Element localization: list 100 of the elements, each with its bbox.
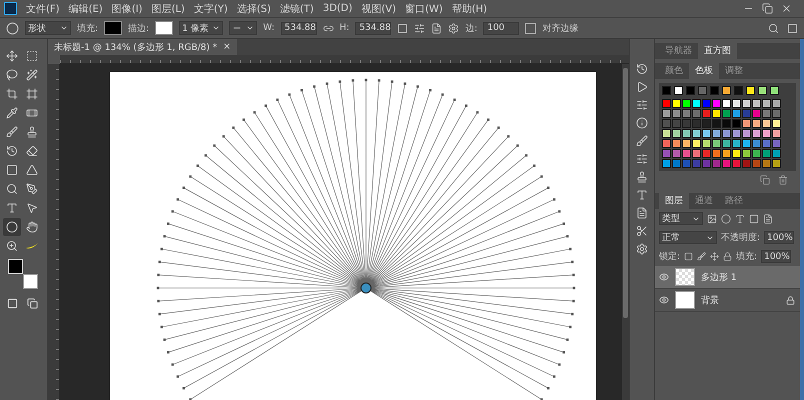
color-swatch[interactable]: [732, 159, 741, 168]
color-swatch[interactable]: [702, 99, 711, 108]
color-swatch[interactable]: [692, 129, 701, 138]
width-field[interactable]: 534.88: [280, 22, 316, 34]
color-swatch[interactable]: [692, 99, 701, 108]
shape-mode-dropdown[interactable]: 形状: [25, 21, 71, 35]
panel-tab[interactable]: 色板: [689, 62, 719, 79]
color-swatch[interactable]: [742, 149, 751, 158]
color-swatch[interactable]: [722, 119, 731, 128]
recent-swatch[interactable]: [758, 86, 767, 95]
color-swatch[interactable]: [712, 139, 721, 148]
color-swatch[interactable]: [772, 119, 781, 128]
properties-icon[interactable]: [636, 99, 648, 111]
color-swatch[interactable]: [762, 109, 771, 118]
layer-row[interactable]: 多边形 1: [655, 266, 800, 289]
search-icon[interactable]: [768, 22, 779, 34]
menu-item[interactable]: 图层(L): [151, 2, 185, 16]
color-swatch[interactable]: [672, 149, 681, 158]
panel-tab[interactable]: 通道: [689, 192, 719, 209]
align-edges-checkbox[interactable]: [525, 22, 536, 34]
color-swatch[interactable]: [752, 119, 761, 128]
color-swatch[interactable]: [672, 109, 681, 118]
color-swatch[interactable]: [722, 149, 731, 158]
menu-item[interactable]: 帮助(H): [452, 2, 488, 16]
recent-swatch[interactable]: [674, 86, 683, 95]
color-swatch[interactable]: [742, 129, 751, 138]
color-swatch[interactable]: [672, 139, 681, 148]
lock-pixels-icon[interactable]: [684, 252, 694, 261]
stroke-width-dropdown[interactable]: 1 像素: [179, 21, 224, 35]
color-swatch[interactable]: [682, 139, 691, 148]
color-swatch[interactable]: [672, 159, 681, 168]
color-swatch[interactable]: [672, 129, 681, 138]
color-swatch[interactable]: [662, 129, 671, 138]
color-swatch[interactable]: [762, 159, 771, 168]
menu-item[interactable]: 滤镜(T): [280, 2, 314, 16]
color-swatch[interactable]: [662, 149, 671, 158]
color-swatch[interactable]: [752, 99, 761, 108]
color-swatch[interactable]: [732, 129, 741, 138]
color-swatch[interactable]: [682, 149, 691, 158]
color-swatch[interactable]: [692, 159, 701, 168]
panel-tab[interactable]: 颜色: [659, 62, 689, 79]
color-swatch[interactable]: [752, 129, 761, 138]
layer-row[interactable]: 背景: [655, 289, 800, 312]
visibility-icon[interactable]: [659, 272, 669, 282]
menu-item[interactable]: 视图(V): [361, 2, 396, 16]
menu-item[interactable]: 3D(D): [322, 3, 352, 14]
fill-swatch[interactable]: [104, 21, 122, 35]
close-icon[interactable]: [781, 3, 792, 14]
color-swatch[interactable]: [772, 159, 781, 168]
close-tab-button[interactable]: ×: [223, 42, 231, 52]
menu-item[interactable]: 文字(Y): [194, 2, 228, 16]
color-swatch[interactable]: [732, 99, 741, 108]
color-swatch[interactable]: [682, 99, 691, 108]
color-swatch[interactable]: [772, 129, 781, 138]
color-swatch[interactable]: [722, 159, 731, 168]
color-swatch[interactable]: [712, 119, 721, 128]
menu-item[interactable]: 文件(F): [26, 2, 60, 16]
background-color-swatch[interactable]: [23, 274, 38, 289]
recent-swatch[interactable]: [734, 86, 743, 95]
foreground-color-swatch[interactable]: [8, 259, 23, 274]
color-swatch[interactable]: [742, 119, 751, 128]
shape-filter-icon[interactable]: [749, 214, 759, 224]
ellipse-icon[interactable]: [6, 22, 19, 34]
color-swatch[interactable]: [762, 139, 771, 148]
menu-item[interactable]: 选择(S): [236, 2, 271, 16]
history-icon[interactable]: [636, 63, 648, 75]
opacity-field[interactable]: 100%: [764, 231, 794, 244]
color-swatch[interactable]: [692, 119, 701, 128]
color-swatch[interactable]: [712, 159, 721, 168]
clone-source-icon[interactable]: [636, 171, 648, 183]
lock-position-icon[interactable]: [710, 252, 720, 261]
color-swatch[interactable]: [742, 99, 751, 108]
workspace-icon[interactable]: [787, 22, 798, 34]
color-swatch[interactable]: [712, 109, 721, 118]
color-swatch[interactable]: [742, 109, 751, 118]
trash-icon[interactable]: [778, 175, 788, 185]
color-swatch[interactable]: [662, 99, 671, 108]
color-swatch[interactable]: [682, 109, 691, 118]
panel-tab[interactable]: 路径: [719, 192, 749, 209]
color-swatch[interactable]: [732, 109, 741, 118]
color-swatch[interactable]: [692, 109, 701, 118]
info-icon[interactable]: [636, 117, 648, 129]
new-swatch-icon[interactable]: [760, 175, 770, 185]
recent-swatch[interactable]: [710, 86, 719, 95]
color-swatch[interactable]: [702, 119, 711, 128]
color-swatch[interactable]: [762, 99, 771, 108]
color-swatch[interactable]: [692, 149, 701, 158]
color-swatch[interactable]: [702, 149, 711, 158]
filter-dropdown[interactable]: 类型: [659, 212, 703, 225]
color-swatch[interactable]: [742, 159, 751, 168]
color-swatch[interactable]: [722, 139, 731, 148]
color-swatch[interactable]: [702, 129, 711, 138]
color-swatch[interactable]: [682, 119, 691, 128]
gear-icon[interactable]: [636, 243, 648, 255]
panel-tab[interactable]: 调整: [719, 62, 749, 79]
lock-paint-icon[interactable]: [697, 252, 706, 261]
color-swatch[interactable]: [662, 159, 671, 168]
play-icon[interactable]: [636, 81, 648, 93]
panel-tab[interactable]: 直方图: [698, 42, 737, 59]
recent-swatch[interactable]: [686, 86, 695, 95]
